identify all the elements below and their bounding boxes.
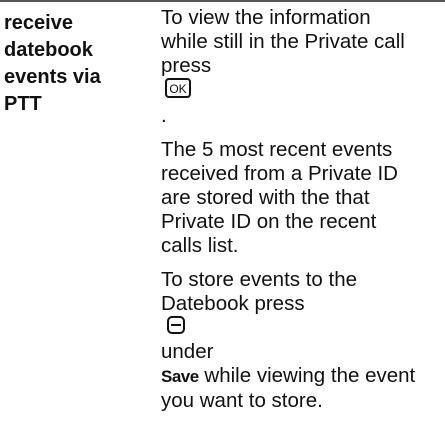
text-line: received from a Private ID [161,162,398,185]
text-line: To store events to the [161,268,358,291]
text-line: while still in the Private call [161,30,405,53]
text-line: Save while viewing the event [161,364,416,387]
text-line: calls list. [161,234,239,257]
feature-title-line: PTT [4,93,42,115]
description-column: To view the information while still in t… [161,6,441,423]
feature-title-line: events via [4,66,101,88]
top-rule [0,0,445,2]
ok-key-icon: OK [165,78,441,104]
feature-title-line: datebook [4,39,93,61]
paragraph-view-info: To view the information while still in t… [161,6,441,128]
text-line: The 5 most recent events [161,138,393,161]
feature-title: receive datebook events via PTT [4,10,144,118]
text-line: To view the information [161,6,371,29]
text-line: you want to store. [161,389,323,412]
text-line: Private ID on the recent [161,210,377,233]
save-softkey-label: Save [161,367,199,386]
ok-key-label: OK [169,82,186,96]
paragraph-store-events: To store events to the Datebook press und… [161,268,441,413]
text-line: press OK. [161,54,441,128]
softkey-minus-icon [167,316,435,340]
text-line: Datebook press under [161,292,441,364]
paragraph-recent-events: The 5 most recent events received from a… [161,138,441,258]
feature-title-line: receive [4,12,73,34]
text-line: are stored with the that [161,186,370,209]
